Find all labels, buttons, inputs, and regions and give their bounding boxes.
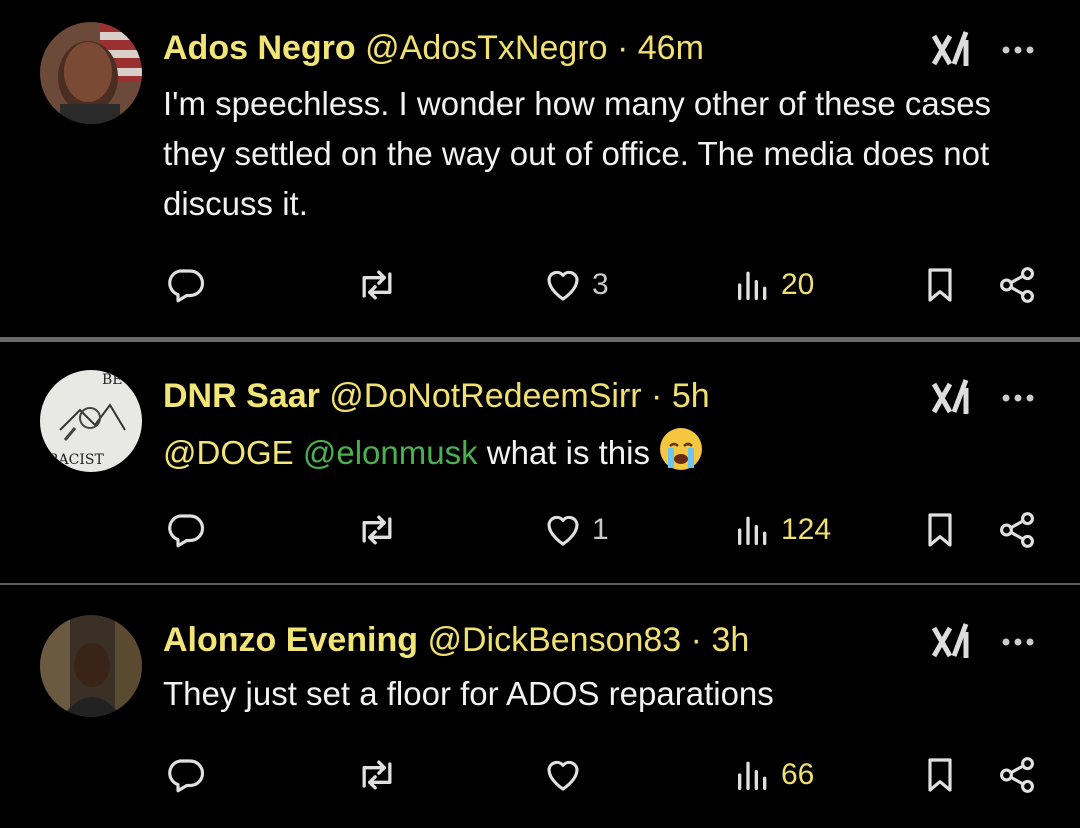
- svg-text:BE: BE: [102, 372, 123, 388]
- user-handle[interactable]: @DickBenson83: [427, 621, 681, 659]
- reply-button[interactable]: [164, 750, 206, 800]
- bookmark-button[interactable]: [920, 750, 960, 800]
- bookmark-button[interactable]: [920, 260, 960, 310]
- avatar[interactable]: [40, 615, 142, 717]
- bookmark-icon: [928, 268, 952, 302]
- heart-icon: [547, 760, 579, 791]
- user-handle[interactable]: @AdosTxNegro: [365, 29, 607, 67]
- repost-icon: [362, 270, 392, 300]
- avatar[interactable]: BE RACIST: [40, 370, 142, 472]
- reply-button[interactable]: [164, 260, 206, 310]
- heart-icon: [547, 515, 579, 546]
- bookmark-icon: [928, 513, 952, 547]
- action-bar: 1 124: [0, 505, 1080, 555]
- separator-dot: ·: [651, 377, 663, 415]
- repost-icon: [362, 760, 392, 790]
- grok-icon[interactable]: [930, 30, 974, 70]
- views-button[interactable]: 66: [733, 750, 814, 800]
- repost-button[interactable]: [355, 260, 399, 310]
- svg-text:RACIST: RACIST: [48, 452, 104, 468]
- like-button[interactable]: 1: [542, 505, 609, 555]
- share-icon: [1000, 267, 1034, 303]
- tweet-text: I'm speechless. I wonder how many other …: [163, 85, 992, 222]
- like-count: 1: [592, 513, 609, 546]
- avatar[interactable]: [40, 22, 142, 124]
- share-button[interactable]: [996, 260, 1038, 310]
- display-name[interactable]: Alonzo Evening: [163, 621, 418, 659]
- action-bar: 3 20: [0, 260, 1080, 310]
- views-icon: [738, 761, 767, 790]
- tweet-text: They just set a floor for ADOS reparatio…: [163, 675, 774, 712]
- timestamp[interactable]: 3h: [711, 621, 749, 659]
- tweet-text-content: what is this: [486, 434, 650, 471]
- views-icon: [738, 516, 767, 545]
- heart-icon: [547, 270, 579, 301]
- user-handle[interactable]: @DoNotRedeemSirr: [329, 377, 641, 415]
- bookmark-icon: [928, 758, 952, 792]
- repost-icon: [362, 515, 392, 545]
- tweet-header: Ados Negro @AdosTxNegro · 46m: [163, 28, 930, 68]
- timestamp[interactable]: 5h: [672, 377, 710, 415]
- views-button[interactable]: 20: [733, 260, 814, 310]
- like-count: 3: [592, 268, 609, 301]
- grok-icon[interactable]: [930, 378, 974, 418]
- more-icon[interactable]: [998, 622, 1038, 662]
- more-icon[interactable]: [998, 378, 1038, 418]
- tweet-text: @DOGE @elonmusk what is this: [163, 426, 1033, 478]
- tweet-2[interactable]: BE RACIST DNR Saar @DoNotRedeemSirr · 5h…: [0, 342, 1080, 582]
- share-icon: [1000, 757, 1034, 793]
- tweet-header: Alonzo Evening @DickBenson83 · 3h: [163, 620, 930, 660]
- view-count: 66: [781, 758, 815, 791]
- bookmark-button[interactable]: [920, 505, 960, 555]
- share-button[interactable]: [996, 505, 1038, 555]
- reply-icon: [168, 759, 205, 793]
- reply-icon: [168, 269, 205, 303]
- separator-dot: ·: [690, 621, 702, 659]
- share-icon: [1000, 512, 1034, 548]
- reply-icon: [168, 514, 205, 548]
- like-button[interactable]: [542, 750, 592, 800]
- timestamp[interactable]: 46m: [638, 29, 704, 67]
- mention-link[interactable]: @DOGE: [163, 434, 294, 471]
- tweet-1[interactable]: Ados Negro @AdosTxNegro · 46m I'm speech…: [0, 0, 1080, 336]
- display-name[interactable]: Ados Negro: [163, 29, 356, 67]
- tweet-3[interactable]: Alonzo Evening @DickBenson83 · 3h They j…: [0, 585, 1080, 828]
- separator-dot: ·: [616, 29, 629, 67]
- grok-icon[interactable]: [930, 622, 974, 662]
- reply-button[interactable]: [164, 505, 206, 555]
- views-icon: [738, 271, 767, 300]
- repost-button[interactable]: [355, 750, 399, 800]
- repost-button[interactable]: [355, 505, 399, 555]
- views-button[interactable]: 124: [733, 505, 831, 555]
- mention-link[interactable]: @elonmusk: [303, 434, 478, 471]
- like-button[interactable]: 3: [542, 260, 609, 310]
- view-count: 20: [781, 268, 815, 301]
- display-name[interactable]: DNR Saar: [163, 377, 320, 415]
- tweet-header: DNR Saar @DoNotRedeemSirr · 5h: [163, 376, 930, 416]
- loudly-crying-face-emoji: [658, 426, 704, 472]
- more-icon[interactable]: [998, 30, 1038, 70]
- share-button[interactable]: [996, 750, 1038, 800]
- view-count: 124: [781, 513, 832, 546]
- action-bar: 66: [0, 750, 1080, 800]
